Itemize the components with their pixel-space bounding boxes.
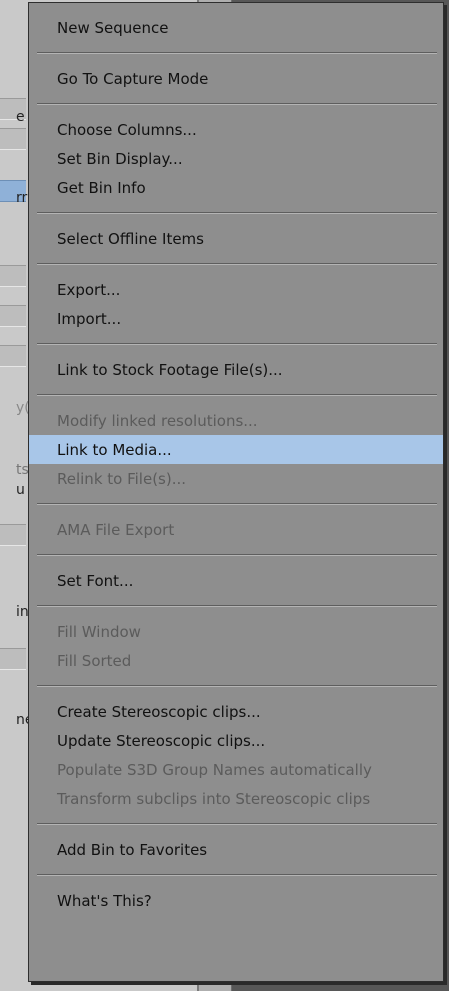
menu-item-populate-s3d-group-names-automatically: Populate S3D Group Names automatically bbox=[57, 760, 372, 779]
menu-item-relink-to-file-s: Relink to File(s)... bbox=[57, 469, 187, 488]
menu-separator bbox=[37, 343, 437, 345]
background-text-fragment: ts bbox=[16, 462, 28, 478]
menu-separator bbox=[37, 823, 437, 825]
menu-separator bbox=[37, 503, 437, 505]
menu-item-link-to-stock-footage-file-s[interactable]: Link to Stock Footage File(s)... bbox=[29, 355, 443, 384]
menu-separator bbox=[37, 874, 437, 876]
menu-item-add-bin-to-favorites[interactable]: Add Bin to Favorites bbox=[29, 835, 443, 864]
background-field bbox=[0, 648, 26, 670]
menu-separator bbox=[37, 605, 437, 607]
menu-separator bbox=[37, 685, 437, 687]
menu-item-go-to-capture-mode[interactable]: Go To Capture Mode bbox=[29, 64, 443, 93]
background-text-fragment: ne bbox=[16, 712, 28, 728]
background-field bbox=[0, 305, 26, 327]
menu-item-set-bin-display[interactable]: Set Bin Display... bbox=[29, 144, 443, 173]
menu-item-get-bin-info[interactable]: Get Bin Info bbox=[29, 173, 443, 202]
menu-item-what-s-this[interactable]: What's This? bbox=[29, 886, 443, 915]
background-field bbox=[0, 345, 26, 367]
menu-item-transform-subclips-into-stereoscopic-clips: Transform subclips into Stereoscopic cli… bbox=[57, 789, 371, 808]
bin-context-menu: New Sequence Go To Capture Mode Choose Col… bbox=[28, 2, 444, 982]
menu-item-ama-file-export: AMA File Export bbox=[57, 520, 175, 539]
background-text-fragment: e bbox=[16, 109, 25, 125]
menu-separator bbox=[37, 394, 437, 396]
menu-item-update-stereoscopic-clips[interactable]: Update Stereoscopic clips... bbox=[29, 726, 443, 755]
menu-separator bbox=[37, 52, 437, 54]
menu-separator bbox=[37, 212, 437, 214]
background-field bbox=[0, 265, 26, 287]
menu-item-set-font[interactable]: Set Font... bbox=[29, 566, 443, 595]
menu-item-select-offline-items[interactable]: Select Offline Items bbox=[29, 224, 443, 253]
menu-separator bbox=[37, 103, 437, 105]
menu-separator bbox=[37, 263, 437, 265]
background-text-fragment: rr bbox=[16, 190, 28, 206]
menu-item-export[interactable]: Export... bbox=[29, 275, 443, 304]
menu-item-import[interactable]: Import... bbox=[29, 304, 443, 333]
background-field bbox=[0, 524, 26, 546]
menu-item-list: New Sequence Go To Capture Mode Choose Col… bbox=[29, 13, 443, 915]
background-field bbox=[0, 128, 26, 150]
menu-item-modify-linked-resolutions: Modify linked resolutions... bbox=[57, 411, 258, 430]
menu-item-fill-sorted: Fill Sorted bbox=[57, 651, 132, 670]
menu-item-choose-columns[interactable]: Choose Columns... bbox=[29, 115, 443, 144]
menu-item-create-stereoscopic-clips[interactable]: Create Stereoscopic clips... bbox=[29, 697, 443, 726]
background-text-fragment: y( bbox=[16, 400, 28, 416]
menu-item-new-sequence[interactable]: New Sequence bbox=[29, 13, 443, 42]
menu-separator bbox=[37, 554, 437, 556]
menu-item-link-to-media[interactable]: Link to Media... bbox=[29, 435, 443, 464]
background-text-fragment: in bbox=[16, 604, 28, 620]
menu-item-fill-window: Fill Window bbox=[57, 622, 141, 641]
background-text-fragment: u bbox=[16, 482, 25, 498]
